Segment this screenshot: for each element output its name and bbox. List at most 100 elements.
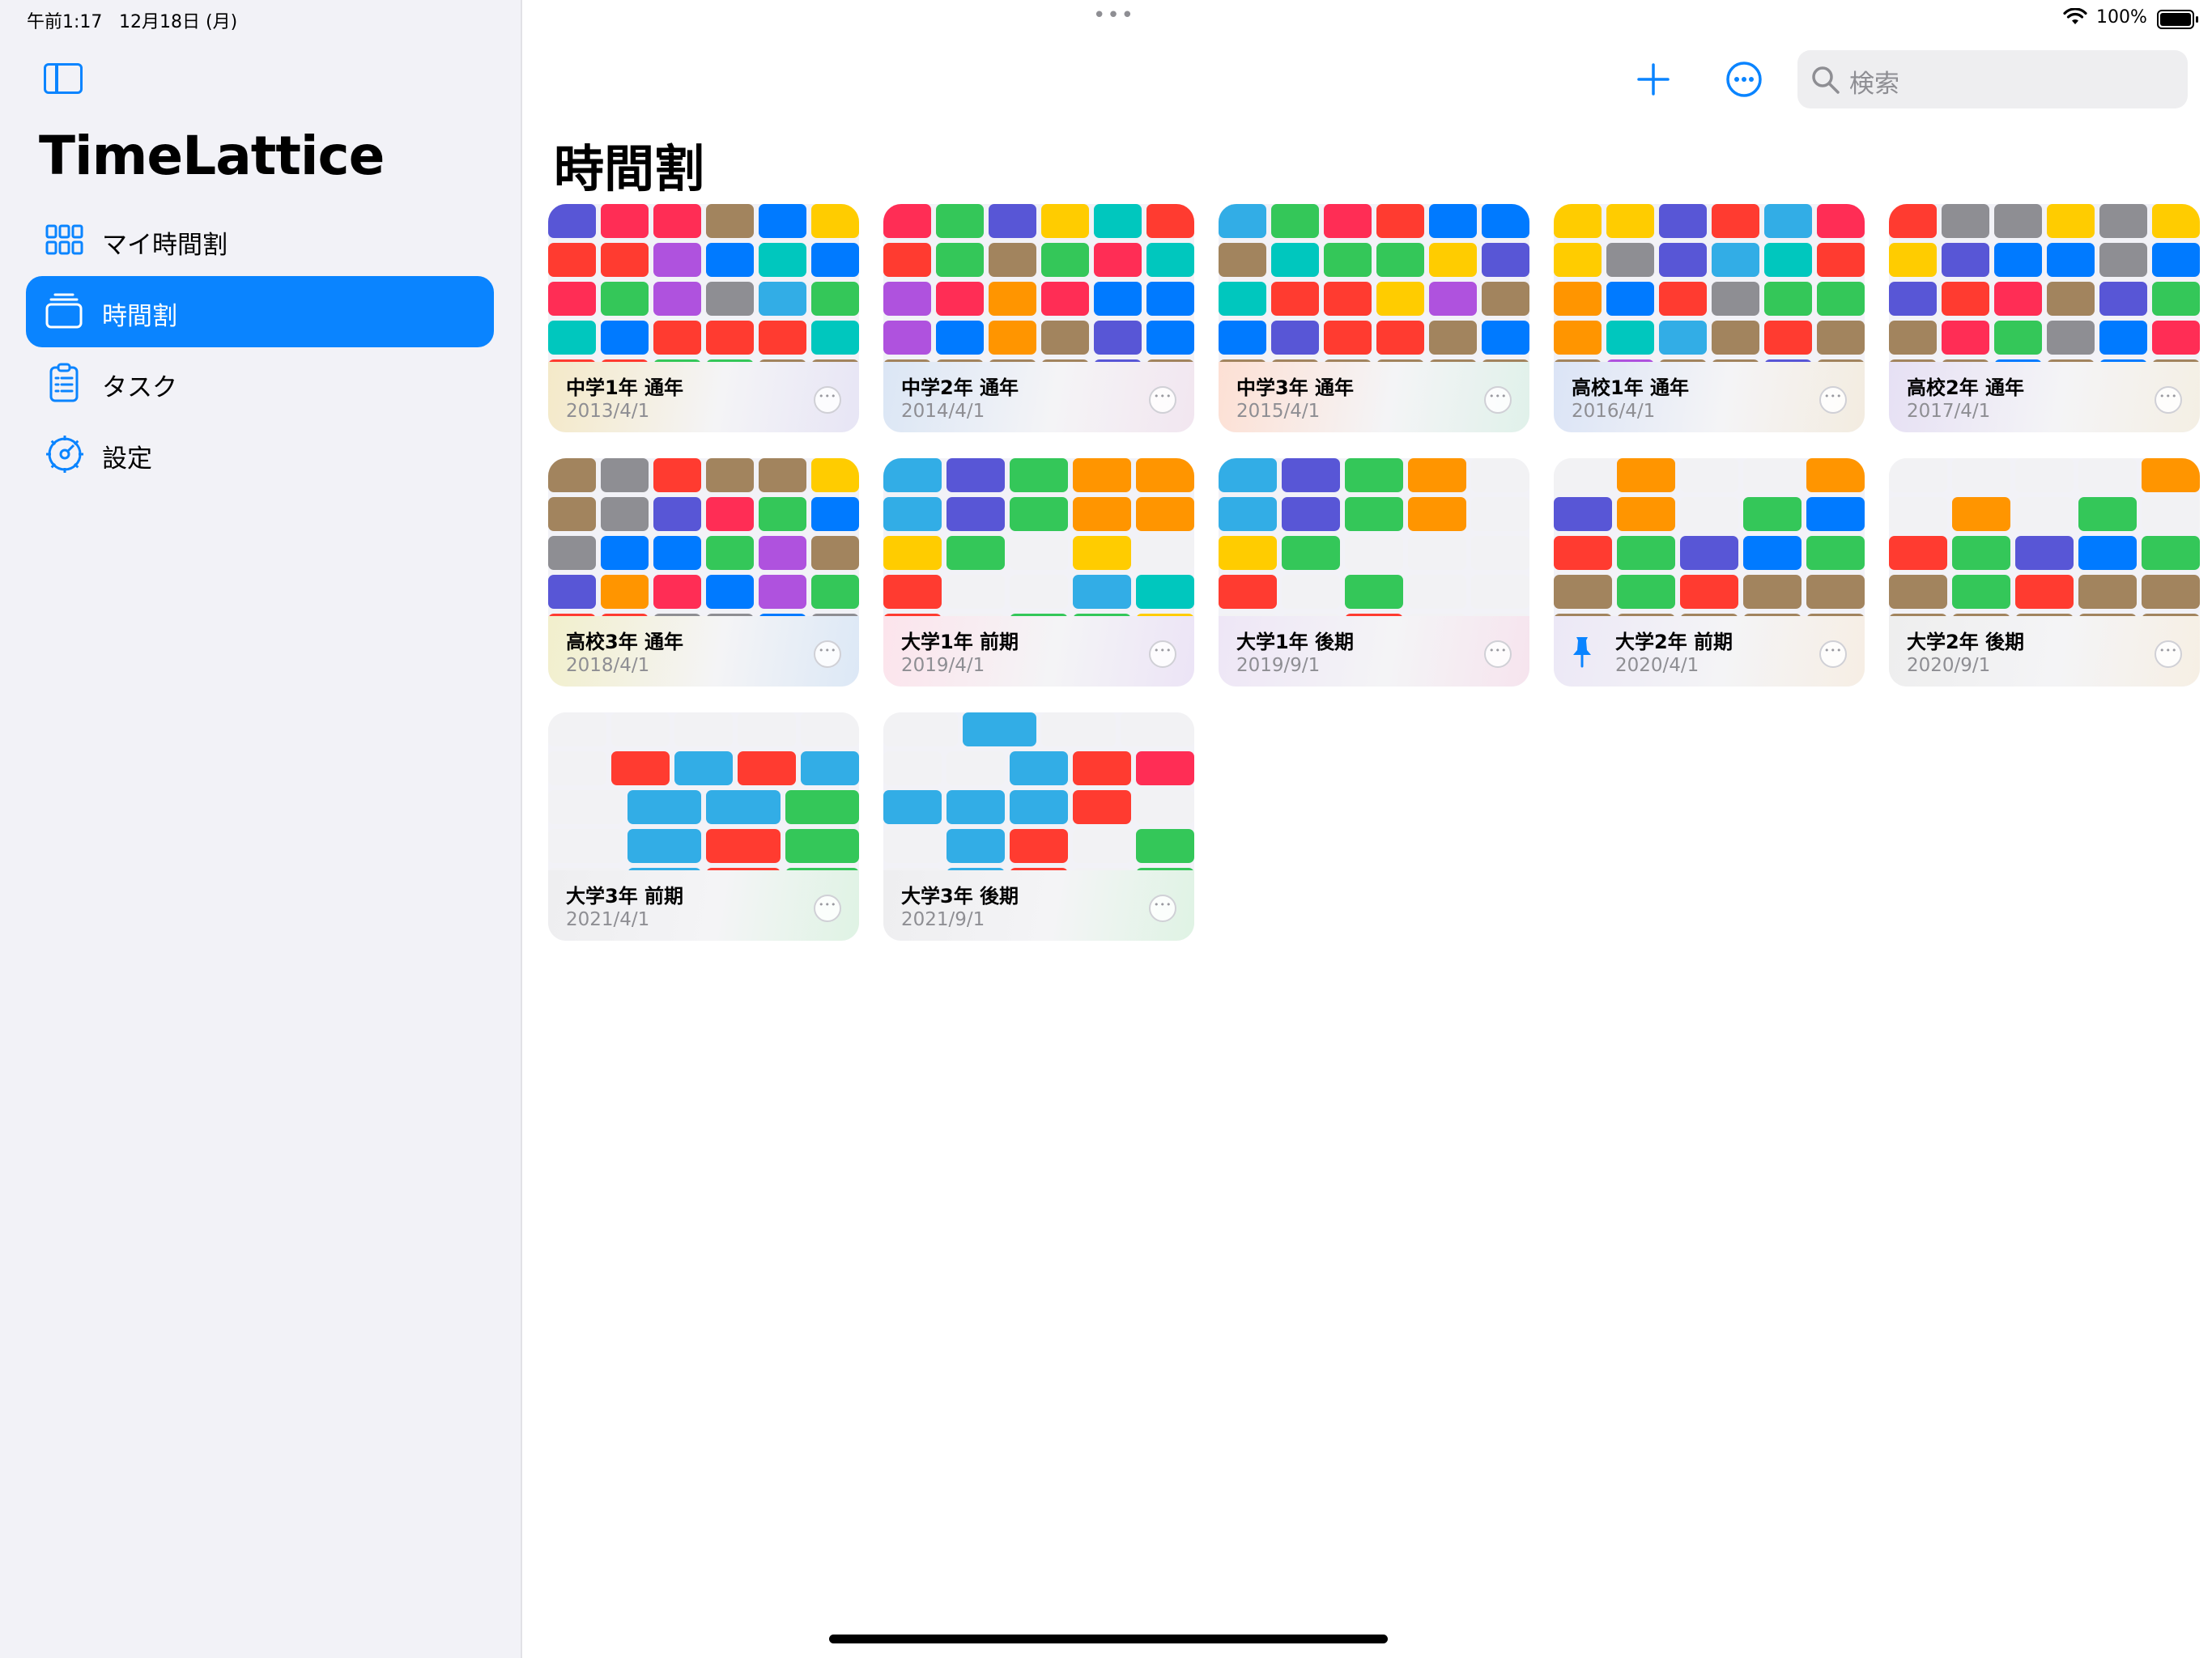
card-more-icon[interactable] — [1819, 386, 1847, 414]
timetable-cell — [1889, 536, 1947, 570]
sidebar-item-label: マイ時間割 — [102, 231, 228, 260]
card-more-icon[interactable] — [2155, 386, 2182, 414]
timetable-cell — [653, 575, 701, 609]
timetable-cell — [1146, 204, 1194, 238]
timetable-cell — [759, 321, 806, 355]
sidebar-toggle-icon[interactable] — [44, 63, 83, 94]
card-title: 中学2年 通年 — [901, 376, 1019, 399]
timetable-cell — [883, 536, 942, 570]
battery-percent: 100% — [2096, 7, 2147, 28]
timetable-cell — [1073, 536, 1131, 570]
timetable-cell — [801, 712, 859, 746]
sidebar-item-settings[interactable]: 設定 — [26, 419, 494, 490]
timetable-cell — [1743, 536, 1802, 570]
card-more-icon[interactable] — [1484, 640, 1512, 668]
timetable-card[interactable]: 大学1年 後期 2019/9/1 — [1219, 458, 1529, 687]
timetable-cell — [1094, 204, 1142, 238]
timetable-card[interactable]: 高校3年 通年 2018/4/1 — [548, 458, 859, 687]
timetable-card[interactable]: 大学3年 後期 2021/9/1 — [883, 712, 1194, 941]
timetable-card[interactable]: 大学3年 前期 2021/4/1 — [548, 712, 859, 941]
card-more-icon[interactable] — [814, 640, 841, 668]
multitasking-dots-icon[interactable]: ••• — [1093, 3, 1135, 28]
timetable-cell — [548, 536, 596, 570]
plus-icon[interactable] — [1632, 58, 1674, 100]
timetable-cell — [548, 829, 623, 863]
card-more-icon[interactable] — [1149, 386, 1176, 414]
card-info: 高校1年 通年 2016/4/1 — [1554, 362, 1865, 432]
timetable-cell — [548, 458, 596, 492]
timetable-cell — [883, 497, 942, 531]
timetable-cell — [1743, 497, 1802, 531]
timetable-cell — [1554, 282, 1602, 316]
timetable-cell — [1041, 243, 1089, 277]
timetable-cell — [1680, 575, 1738, 609]
timetable-cell — [601, 497, 649, 531]
timetable-cell — [946, 751, 1005, 785]
timetable-cell — [548, 790, 623, 824]
timetable-cell — [1471, 497, 1529, 531]
card-more-icon[interactable] — [814, 386, 841, 414]
timetable-preview — [548, 204, 859, 363]
card-title: 中学1年 通年 — [566, 376, 684, 399]
timetable-cell — [1073, 790, 1131, 824]
timetable-cell — [1952, 458, 2010, 492]
timetable-cell — [1659, 321, 1707, 355]
timetable-cell — [1136, 751, 1194, 785]
timetable-cell — [1271, 321, 1319, 355]
card-more-icon[interactable] — [1149, 640, 1176, 668]
timetable-cell — [2152, 243, 2200, 277]
timetable-cell — [674, 751, 733, 785]
timetable-cell — [759, 204, 806, 238]
timetable-cell — [1554, 497, 1612, 531]
timetable-cell — [601, 243, 649, 277]
timetable-card[interactable]: 高校2年 通年 2017/4/1 — [1889, 204, 2200, 432]
card-date: 2016/4/1 — [1572, 401, 1656, 422]
timetable-cell — [883, 575, 942, 609]
sidebar-item-timetables[interactable]: 時間割 — [26, 276, 494, 347]
timetable-cell — [2142, 497, 2200, 531]
timetable-card[interactable]: 大学1年 前期 2019/4/1 — [883, 458, 1194, 687]
timetable-cell — [1010, 536, 1068, 570]
sidebar-item-tasks[interactable]: タスク — [26, 347, 494, 419]
card-more-icon[interactable] — [1484, 386, 1512, 414]
timetable-cell — [785, 790, 859, 824]
timetable-card[interactable]: 中学1年 通年 2013/4/1 — [548, 204, 859, 432]
timetable-preview — [1219, 204, 1529, 363]
timetable-card[interactable]: 高校1年 通年 2016/4/1 — [1554, 204, 1865, 432]
card-more-icon[interactable] — [814, 895, 841, 922]
timetable-cell — [1889, 204, 1937, 238]
timetable-cell — [1806, 497, 1865, 531]
timetable-cell — [811, 575, 859, 609]
timetable-cell — [2015, 497, 2074, 531]
timetable-cell — [706, 321, 754, 355]
timetable-cell — [1942, 321, 1989, 355]
timetable-cell — [2078, 497, 2137, 531]
timetable-card[interactable]: 大学2年 後期 2020/9/1 — [1889, 458, 2200, 687]
timetable-card[interactable]: 中学3年 通年 2015/4/1 — [1219, 204, 1529, 432]
timetable-cell — [811, 282, 859, 316]
card-more-icon[interactable] — [1819, 640, 1847, 668]
sidebar-item-my-timetable[interactable]: マイ時間割 — [26, 205, 494, 276]
timetable-cell — [2047, 321, 2095, 355]
timetable-cell — [759, 536, 806, 570]
card-more-icon[interactable] — [1149, 895, 1176, 922]
timetable-card[interactable]: 中学2年 通年 2014/4/1 — [883, 204, 1194, 432]
search-field[interactable]: 検索 — [1797, 50, 2188, 108]
timetable-cell — [1146, 243, 1194, 277]
timetable-preview — [548, 712, 859, 872]
ellipsis-circle-icon[interactable] — [1723, 58, 1765, 100]
timetable-cell — [1010, 575, 1068, 609]
timetable-cell — [1889, 575, 1947, 609]
timetable-cell — [1429, 204, 1477, 238]
timetable-cell — [1764, 243, 1812, 277]
timetable-cell — [601, 321, 649, 355]
timetable-card[interactable]: 大学2年 前期 2020/4/1 — [1554, 458, 1865, 687]
timetable-cell — [548, 575, 596, 609]
home-indicator[interactable] — [829, 1635, 1388, 1643]
timetable-cell — [1094, 321, 1142, 355]
card-date: 2020/9/1 — [1907, 655, 1991, 676]
timetable-cell — [883, 204, 931, 238]
timetable-cell — [1120, 712, 1194, 746]
timetable-cell — [946, 497, 1005, 531]
card-more-icon[interactable] — [2155, 640, 2182, 668]
